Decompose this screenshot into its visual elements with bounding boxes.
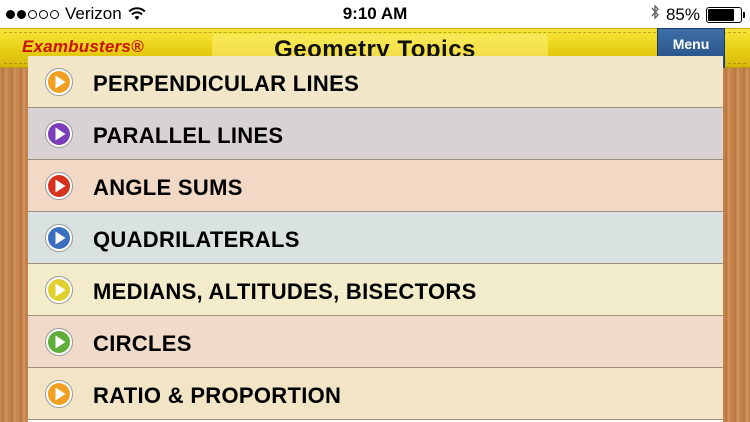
bluetooth-icon [650, 4, 660, 25]
topic-row[interactable]: MEDIANS, ALTITUDES, BISECTORS [28, 264, 723, 316]
play-icon [44, 67, 74, 97]
wood-panel-right [723, 68, 750, 422]
topic-row[interactable]: RATIO & PROPORTION [28, 368, 723, 420]
play-icon [44, 275, 74, 305]
wood-panel-left [0, 68, 28, 422]
topic-label: PERPENDICULAR LINES [93, 71, 360, 96]
topic-row[interactable]: ANGLE SUMS [28, 160, 723, 212]
play-icon [44, 223, 74, 253]
topic-label: QUADRILATERALS [93, 227, 300, 252]
clock: 9:10 AM [342, 4, 408, 23]
topic-label: ANGLE SUMS [93, 175, 243, 200]
topic-label: CIRCLES [93, 331, 192, 356]
play-icon [44, 379, 74, 409]
topic-row[interactable]: PERPENDICULAR LINES [28, 56, 723, 108]
battery-percent: 85% [665, 4, 700, 24]
play-icon [44, 171, 74, 201]
topic-label: MEDIANS, ALTITUDES, BISECTORS [93, 279, 477, 304]
topic-label: PARALLEL LINES [93, 123, 284, 148]
play-icon [44, 327, 74, 357]
topic-row[interactable]: CIRCLES [28, 316, 723, 368]
topic-list: PERPENDICULAR LINES PARALLEL LINES ANGLE S… [28, 56, 723, 420]
topic-row[interactable]: PARALLEL LINES [28, 108, 723, 160]
status-bar: Verizon 9:10 AM 85% [0, 0, 750, 28]
topic-row[interactable]: QUADRILATERALS [28, 212, 723, 264]
topic-label: RATIO & PROPORTION [93, 383, 342, 408]
play-icon [44, 119, 74, 149]
battery-icon [706, 6, 745, 23]
